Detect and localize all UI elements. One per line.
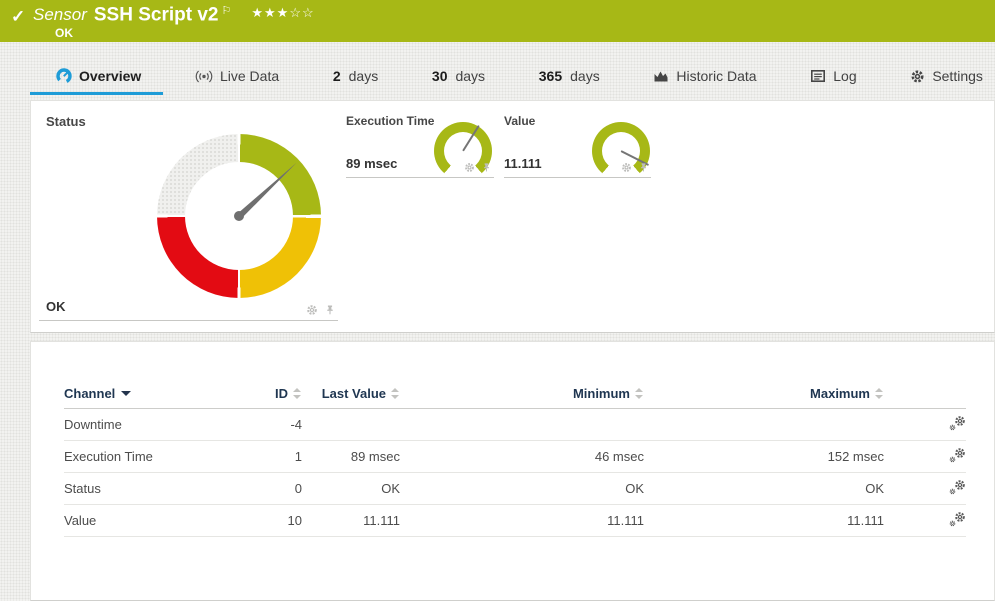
broadcast-icon	[195, 70, 213, 83]
column-header-last-value[interactable]: Last Value	[302, 386, 400, 409]
tab-historic-data[interactable]: Historic Data	[653, 68, 756, 84]
status-gauge	[157, 134, 321, 298]
channels-table-panel: Channel ID Last Value Minimum Maximum	[30, 341, 995, 601]
sort-desc-icon	[121, 391, 131, 396]
channel-name-cell: Downtime	[64, 409, 264, 441]
tab-overview[interactable]: Overview	[30, 68, 141, 84]
channel-minimum-cell: 46 msec	[400, 441, 644, 473]
channel-maximum-cell: 11.111	[644, 505, 884, 537]
channels-table: Channel ID Last Value Minimum Maximum	[64, 386, 966, 537]
channel-id-cell: 10	[264, 505, 302, 537]
tab-live-data[interactable]: Live Data	[195, 68, 279, 84]
sensor-status-text: OK	[55, 26, 73, 40]
channel-last-value-cell	[302, 409, 400, 441]
channel-name-cell: Execution Time	[64, 441, 264, 473]
channel-minimum-cell: 11.111	[400, 505, 644, 537]
sort-icon	[875, 388, 884, 399]
tab-settings[interactable]: Settings	[910, 68, 983, 84]
gauge-settings-gear-icon[interactable]	[621, 162, 632, 173]
priority-stars[interactable]: ★★★☆☆	[251, 5, 314, 20]
tab-label: Live Data	[220, 68, 279, 84]
tab-365-days[interactable]: 365 days	[539, 68, 600, 84]
channel-minimum-cell	[400, 409, 644, 441]
channel-id-cell: -4	[264, 409, 302, 441]
sort-icon	[635, 388, 644, 399]
area-chart-icon	[653, 69, 669, 83]
column-header-actions	[884, 386, 966, 409]
channel-maximum-cell: OK	[644, 473, 884, 505]
execution-time-gauge-title: Execution Time	[346, 114, 434, 128]
status-gauge-title: Status	[46, 114, 86, 129]
value-gauge-title: Value	[504, 114, 535, 128]
table-row-execution-time: Execution Time 1 89 msec 46 msec 152 mse…	[64, 441, 966, 473]
gear-icon	[910, 69, 925, 84]
log-icon	[810, 69, 826, 83]
channel-settings-gears-icon[interactable]	[949, 511, 966, 527]
flag-icon[interactable]: ⚐	[221, 5, 231, 17]
sort-icon	[391, 388, 400, 399]
tab-label: days	[455, 68, 485, 84]
table-row-downtime: Downtime -4	[64, 409, 966, 441]
tab-label: Log	[833, 68, 856, 84]
column-header-id[interactable]: ID	[264, 386, 302, 409]
table-header-row: Channel ID Last Value Minimum Maximum	[64, 386, 966, 409]
value-gauge-value: 11.111	[504, 156, 542, 171]
channel-last-value-cell: OK	[302, 473, 400, 505]
object-type-label: Sensor	[33, 5, 87, 24]
channel-last-value-cell: 11.111	[302, 505, 400, 537]
gauge-pin-icon[interactable]	[638, 162, 649, 173]
channel-last-value-cell: 89 msec	[302, 441, 400, 473]
gauge-pin-icon[interactable]	[324, 304, 336, 316]
tab-label: days	[349, 68, 379, 84]
tab-day-count: 365	[539, 68, 562, 84]
tab-day-count: 30	[432, 68, 448, 84]
value-gauge-footer: 11.111	[504, 154, 651, 178]
tab-day-count: 2	[333, 68, 341, 84]
column-header-minimum[interactable]: Minimum	[400, 386, 644, 409]
overview-gauges-panel: Status OK Execution Time 89 msec Value 1…	[30, 100, 995, 333]
gauge-settings-gear-icon[interactable]	[464, 162, 475, 173]
execution-time-gauge-footer: 89 msec	[346, 154, 494, 178]
status-check-icon: ✓	[11, 7, 25, 27]
column-header-channel[interactable]: Channel	[64, 386, 264, 409]
tab-log[interactable]: Log	[810, 68, 856, 84]
channel-settings-gears-icon[interactable]	[949, 447, 966, 463]
gauge-settings-gear-icon[interactable]	[306, 304, 318, 316]
tab-bar: Overview Live Data 2 days 30 days 365	[0, 42, 995, 97]
channel-maximum-cell	[644, 409, 884, 441]
tab-2-days[interactable]: 2 days	[333, 68, 378, 84]
gauge-pin-icon[interactable]	[481, 162, 492, 173]
sensor-title-line: Sensor SSH Script v2⚐ ★★★☆☆	[33, 4, 315, 26]
channel-name-cell: Status	[64, 473, 264, 505]
status-gauge-footer: OK	[39, 297, 338, 321]
execution-time-gauge-value: 89 msec	[346, 156, 397, 171]
channel-id-cell: 1	[264, 441, 302, 473]
channel-name-cell: Value	[64, 505, 264, 537]
table-row-value: Value 10 11.111 11.111 11.111	[64, 505, 966, 537]
tab-30-days[interactable]: 30 days	[432, 68, 485, 84]
tab-label: days	[570, 68, 600, 84]
channel-settings-gears-icon[interactable]	[949, 415, 966, 431]
tab-label: Settings	[932, 68, 983, 84]
channel-minimum-cell: OK	[400, 473, 644, 505]
column-header-maximum[interactable]: Maximum	[644, 386, 884, 409]
tab-label: Historic Data	[676, 68, 756, 84]
channel-maximum-cell: 152 msec	[644, 441, 884, 473]
sensor-header: ✓ Sensor SSH Script v2⚐ ★★★☆☆ OK	[0, 0, 995, 42]
sensor-name: SSH Script v2	[94, 4, 219, 25]
channel-settings-gears-icon[interactable]	[949, 479, 966, 495]
active-tab-underline	[30, 92, 163, 95]
table-row-status: Status 0 OK OK OK	[64, 473, 966, 505]
tab-label: Overview	[79, 68, 141, 84]
sort-icon	[293, 388, 302, 399]
status-gauge-value: OK	[46, 299, 66, 314]
gauge-icon	[56, 68, 72, 84]
channel-id-cell: 0	[264, 473, 302, 505]
